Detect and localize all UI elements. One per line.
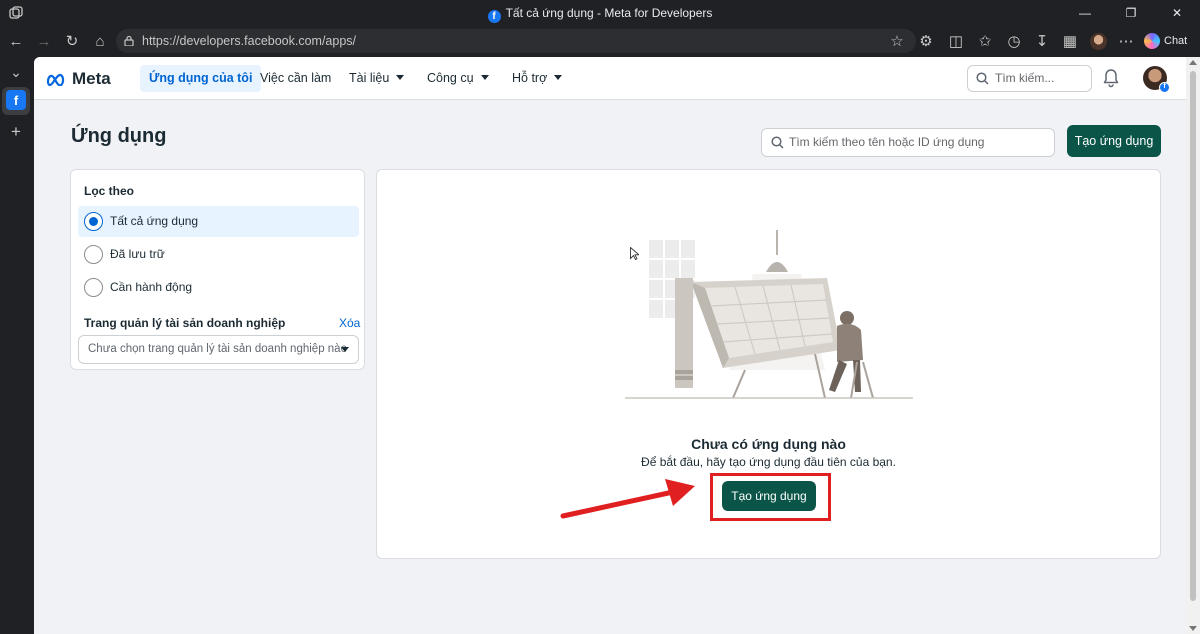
nav-my-apps[interactable]: Ứng dụng của tôi (140, 65, 262, 92)
more-options-icon[interactable]: ⋯ (1115, 30, 1137, 52)
nav-tools-label: Công cụ (427, 71, 474, 85)
copilot-icon (1144, 33, 1160, 49)
scroll-up-icon[interactable] (1189, 60, 1197, 65)
user-avatar[interactable]: f (1143, 66, 1170, 93)
copilot-chat-button[interactable]: Chat (1144, 30, 1187, 52)
browser-title-bar: f Tất cả ứng dụng - Meta for Developers —… (0, 0, 1200, 26)
back-icon[interactable]: ← (5, 30, 27, 52)
nav-docs-label: Tài liệu (349, 71, 390, 85)
chevron-down-icon[interactable]: ⌄ (5, 61, 27, 83)
app-search-input[interactable]: Tìm kiếm theo tên hoặc ID ứng dụng (761, 128, 1055, 157)
facebook-badge-icon: f (1159, 82, 1170, 93)
nav-docs[interactable]: Tài liệu (340, 65, 413, 92)
history-icon[interactable]: ◷ (1003, 30, 1025, 52)
app-search-placeholder: Tìm kiếm theo tên hoặc ID ứng dụng (789, 135, 985, 149)
clear-link[interactable]: Xóa (339, 316, 360, 330)
forward-icon[interactable]: → (33, 30, 55, 52)
search-icon (771, 136, 784, 149)
browser-toolbar: ← → ↻ ⌂ https://developers.facebook.com/… (0, 26, 1200, 56)
create-first-app-button[interactable]: Tạo ứng dụng (722, 481, 816, 511)
nav-tools[interactable]: Công cụ (418, 65, 498, 92)
browser-vertical-tabs: ⌄ f + (0, 56, 32, 634)
window-title: f Tất cả ứng dụng - Meta for Developers (0, 6, 1200, 23)
scrollbar-thumb[interactable] (1190, 71, 1196, 601)
filter-option-label: Tất cả ứng dụng (110, 214, 199, 228)
favorites-icon[interactable]: ✩ (974, 30, 996, 52)
address-bar[interactable]: https://developers.facebook.com/apps/ (116, 29, 916, 53)
annotation-arrow-icon (560, 479, 695, 519)
facebook-tab-icon[interactable]: f (6, 90, 26, 110)
notifications-bell-icon[interactable] (1102, 68, 1120, 88)
brand-name: Meta (72, 69, 111, 88)
collections-icon[interactable]: ▦ (1059, 30, 1081, 52)
nav-support[interactable]: Hỗ trợ (503, 65, 571, 92)
business-manager-label: Trang quản lý tài sản doanh nghiệp (84, 316, 286, 330)
filter-title: Lọc theo (84, 184, 134, 198)
radio-icon[interactable] (84, 245, 103, 264)
page-title: Ứng dụng (71, 125, 167, 147)
meta-infinity-icon (46, 73, 65, 86)
empty-state-title: Chưa có ứng dụng nào (691, 436, 846, 452)
top-search-placeholder: Tìm kiếm... (995, 71, 1055, 85)
radio-selected-icon[interactable] (84, 212, 103, 231)
search-icon (976, 72, 989, 85)
business-manager-placeholder: Chưa chọn trang quản lý tài sản doanh ng… (88, 343, 347, 355)
scroll-down-icon[interactable] (1189, 626, 1197, 631)
page-content: Meta Ứng dụng của tôi Việc cần làm Tài l… (34, 57, 1186, 634)
caret-down-icon (554, 75, 563, 80)
lock-icon (124, 35, 134, 46)
refresh-icon[interactable]: ↻ (61, 30, 83, 52)
nav-support-label: Hỗ trợ (512, 71, 548, 85)
top-search-input[interactable]: Tìm kiếm... (967, 65, 1092, 92)
business-manager-select[interactable]: Chưa chọn trang quản lý tài sản doanh ng… (78, 335, 359, 364)
page-scrollbar[interactable] (1186, 57, 1200, 634)
facebook-favicon-icon: f (487, 10, 501, 23)
nav-todo[interactable]: Việc cần làm (251, 65, 340, 92)
meta-logo[interactable]: Meta (46, 69, 111, 89)
empty-state-subtitle: Để bắt đầu, hãy tạo ứng dụng đầu tiên củ… (641, 455, 896, 469)
minimize-icon[interactable]: — (1062, 0, 1108, 26)
meta-top-nav: Meta Ứng dụng của tôi Việc cần làm Tài l… (34, 57, 1186, 100)
filter-archived[interactable]: Đã lưu trữ (78, 239, 359, 270)
filter-all-apps[interactable]: Tất cả ứng dụng (78, 206, 359, 237)
new-tab-icon[interactable]: + (5, 121, 27, 143)
empty-state-illustration (625, 230, 913, 399)
caret-down-icon (396, 75, 405, 80)
radio-icon[interactable] (84, 278, 103, 297)
create-app-button[interactable]: Tạo ứng dụng (1067, 125, 1161, 157)
favorite-star-icon[interactable]: ☆ (886, 30, 908, 52)
empty-state-card: Chưa có ứng dụng nào Để bắt đầu, hãy tạo… (376, 169, 1161, 559)
profile-avatar[interactable] (1087, 30, 1109, 52)
caret-down-icon (341, 347, 349, 352)
caret-down-icon (480, 75, 489, 80)
chat-label: Chat (1164, 35, 1188, 47)
extensions-icon[interactable]: ⚙ (915, 30, 937, 52)
filter-option-label: Đã lưu trữ (110, 247, 165, 261)
maximize-icon[interactable]: ❐ (1108, 0, 1154, 26)
filter-action-needed[interactable]: Cần hành động (78, 272, 359, 303)
downloads-icon[interactable]: ↧ (1031, 30, 1053, 52)
url-text: https://developers.facebook.com/apps/ (142, 34, 357, 48)
close-icon[interactable]: ✕ (1154, 0, 1200, 26)
split-screen-icon[interactable]: ◫ (945, 30, 967, 52)
window-title-text: Tất cả ứng dụng - Meta for Developers (505, 6, 713, 20)
home-icon[interactable]: ⌂ (89, 30, 111, 52)
filter-option-label: Cần hành động (110, 280, 193, 294)
filter-panel: Lọc theo Tất cả ứng dụng Đã lưu trữ Cần … (70, 169, 365, 370)
